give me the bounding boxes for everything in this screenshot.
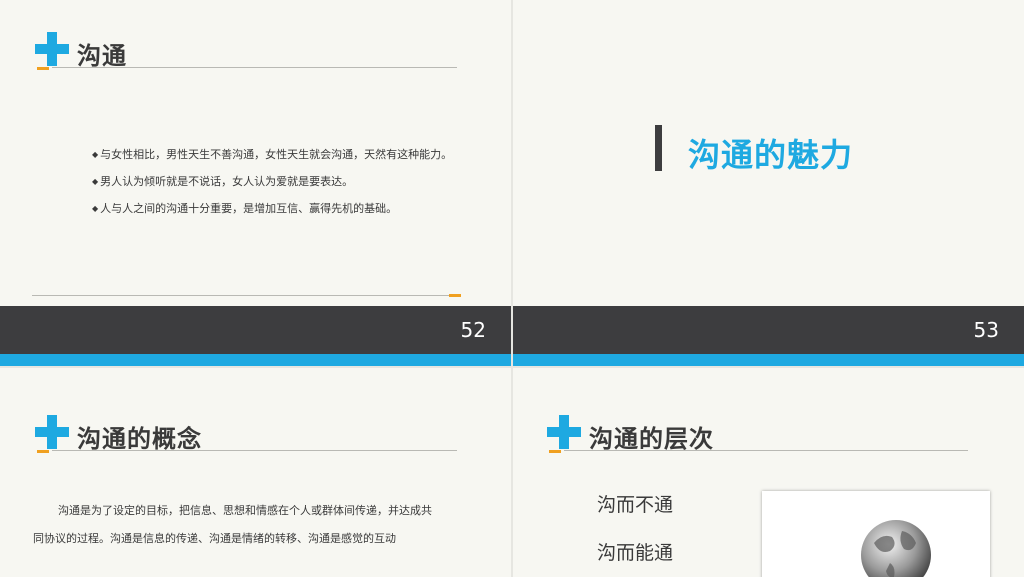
slide-title: 沟通的层次 (589, 425, 714, 453)
slide-title: 沟通 (77, 42, 127, 70)
footer-bar (513, 306, 1024, 354)
slide-concept[interactable]: 沟通的概念 沟通是为了设定的目标，把信息、思想和情感在个人或群体间传递，并达成共… (0, 368, 511, 577)
footer-accent-bar (513, 354, 1024, 366)
bullet-item: ◆ 与女性相比，男性天生不善沟通，女性天生就会沟通，天然有这种能力。 (92, 148, 453, 161)
orange-accent (37, 67, 49, 70)
title-divider (52, 67, 457, 68)
bullet-list: ◆ 与女性相比，男性天生不善沟通，女性天生就会沟通，天然有这种能力。 ◆ 男人认为倾… (92, 146, 452, 227)
level-item: 沟而不通 (597, 494, 674, 516)
orange-accent (37, 450, 49, 453)
slide-53[interactable]: 沟通的魅力 53 (513, 0, 1024, 366)
slide-52[interactable]: 沟通 ◆ 与女性相比，男性天生不善沟通，女性天生就会沟通，天然有这种能力。 ◆ 男人… (0, 0, 511, 366)
bottom-divider (32, 295, 449, 296)
section-title: 沟通的魅力 (688, 136, 854, 174)
slide-title: 沟通的概念 (77, 425, 202, 453)
bullet-item: ◆ 人与人之间的沟通十分重要，是增加互信、赢得先机的基础。 (92, 202, 398, 215)
bullet-item: ◆ 男人认为倾听就是不说话，女人认为爱就是要表达。 (92, 175, 354, 188)
page-number: 52 (460, 318, 486, 342)
bullet-icon: ◆ (92, 150, 99, 159)
orange-accent (549, 450, 561, 453)
title-bar-decoration (655, 125, 662, 171)
globe-image (762, 491, 990, 577)
page-number: 53 (973, 318, 999, 342)
title-divider (564, 450, 968, 451)
bullet-icon: ◆ (92, 177, 99, 186)
plus-icon (35, 32, 69, 66)
footer-accent-bar (0, 354, 511, 366)
plus-icon (35, 415, 69, 449)
plus-icon (547, 415, 581, 449)
paragraph-line: 同协议的过程。沟通是信息的传递、沟通是情绪的转移、沟通是感觉的互动 (33, 532, 396, 545)
orange-accent (449, 294, 461, 297)
bullet-icon: ◆ (92, 204, 99, 213)
slide-levels[interactable]: 沟通的层次 沟而不通 沟而能通 (513, 368, 1024, 577)
title-divider (52, 450, 457, 451)
level-item: 沟而能通 (597, 542, 674, 564)
footer-bar (0, 306, 511, 354)
paragraph-line: 沟通是为了设定的目标，把信息、思想和情感在个人或群体间传递，并达成共 (58, 504, 432, 517)
globe-icon (861, 520, 931, 577)
